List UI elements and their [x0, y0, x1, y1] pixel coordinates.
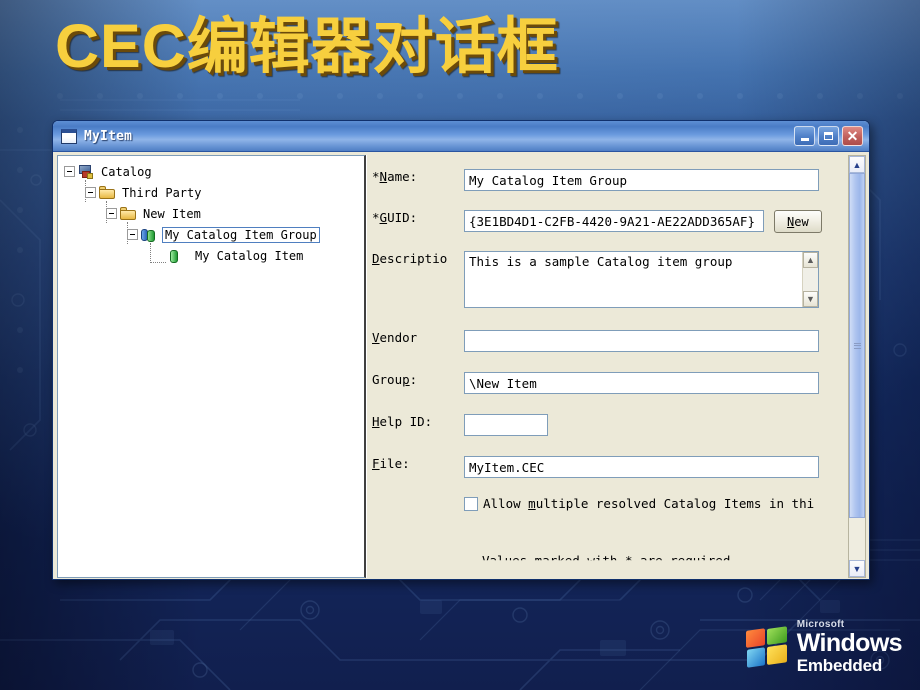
tree-node-third-party[interactable]: Third Party — [58, 182, 364, 203]
embedded-label: Embedded — [796, 656, 883, 675]
new-guid-button[interactable]: New — [774, 210, 822, 233]
vendor-label: Vendor — [372, 330, 418, 345]
tree-node-my-catalog-item[interactable]: My Catalog Item — [58, 245, 364, 266]
scroll-down-icon[interactable]: ▼ — [803, 291, 818, 307]
windows-label: Windows — [796, 629, 903, 657]
guid-input[interactable] — [464, 210, 764, 232]
allow-multiple-row[interactable]: Allow multiple resolved Catalog Items in… — [464, 496, 814, 511]
properties-form: *Name: *GUID: New De — [366, 155, 866, 578]
field-row-description: Descriptio This is a sample Catalog item… — [372, 251, 819, 313]
maximize-button[interactable] — [818, 126, 839, 146]
required-note: Values marked with * are required — [482, 553, 731, 568]
tree-node-label-selected: My Catalog Item Group — [162, 226, 320, 243]
window-controls: ✕ — [794, 126, 865, 146]
field-row-guid: *GUID: New — [372, 210, 822, 233]
file-input[interactable] — [464, 456, 819, 478]
scroll-up-icon[interactable]: ▲ — [849, 156, 865, 173]
tree-node-catalog[interactable]: Catalog — [58, 161, 364, 182]
file-label: File: — [372, 456, 410, 471]
expand-collapse-icon[interactable] — [85, 187, 96, 198]
expand-collapse-icon[interactable] — [127, 229, 138, 240]
field-row-help-id: Help ID: — [372, 414, 548, 436]
windows-embedded-logo: Microsoft Windows Embedded — [745, 620, 903, 675]
name-label: *Name: — [372, 169, 418, 184]
field-row-vendor: Vendor — [372, 330, 819, 352]
tree-node-label: Third Party — [122, 185, 202, 200]
dialog-titlebar[interactable]: MyItem ✕ — [53, 121, 869, 152]
folder-icon — [99, 185, 116, 201]
description-textarea[interactable]: This is a sample Catalog item group — [464, 251, 819, 308]
window-icon — [61, 128, 77, 144]
dialog-body: Catalog Third Party New Item My Catalog … — [53, 152, 869, 579]
tree-node-new-item[interactable]: New Item — [58, 203, 364, 224]
tree-node-label: New Item — [143, 206, 201, 221]
catalog-tree-panel[interactable]: Catalog Third Party New Item My Catalog … — [57, 155, 366, 578]
catalog-item-icon — [166, 248, 183, 264]
minimize-button[interactable] — [794, 126, 815, 146]
description-label: Descriptio — [372, 251, 448, 266]
field-row-name: *Name: — [372, 169, 819, 191]
folder-icon — [120, 206, 137, 222]
tree-connector — [150, 243, 151, 263]
catalog-icon — [78, 164, 95, 180]
allow-multiple-checkbox[interactable] — [464, 496, 478, 511]
field-row-group: Group: — [372, 372, 819, 394]
vendor-input[interactable] — [464, 330, 819, 352]
scrollbar-thumb[interactable] — [849, 173, 865, 518]
scroll-up-icon[interactable]: ▲ — [803, 252, 818, 268]
group-label: Group: — [372, 372, 418, 387]
tree-node-label: Catalog — [101, 164, 152, 179]
dialog-vertical-scrollbar[interactable]: ▲ ▼ — [848, 155, 866, 578]
cec-editor-dialog: MyItem ✕ Catalog Third Party New Item My… — [52, 120, 870, 580]
page-title: CEC编辑器对话框 — [55, 12, 559, 80]
expand-collapse-icon[interactable] — [64, 166, 75, 177]
scrollbar-grip-icon — [853, 341, 861, 350]
field-row-file: File: — [372, 456, 819, 478]
expand-collapse-icon[interactable] — [106, 208, 117, 219]
name-input[interactable] — [464, 169, 819, 191]
dialog-title: MyItem — [84, 128, 133, 144]
scroll-down-icon[interactable]: ▼ — [849, 560, 865, 577]
windows-flag-icon — [745, 625, 788, 669]
allow-multiple-label: Allow multiple resolved Catalog Items in… — [483, 496, 815, 511]
tree-node-label: My Catalog Item — [195, 248, 304, 263]
logo-text: Microsoft Windows Embedded — [796, 620, 903, 675]
help-id-label: Help ID: — [372, 414, 433, 429]
guid-label: *GUID: — [372, 210, 418, 225]
catalog-group-icon — [141, 227, 158, 243]
scrollbar-track[interactable] — [849, 173, 865, 560]
help-id-input[interactable] — [464, 414, 548, 436]
close-icon: ✕ — [846, 128, 859, 144]
presentation-slide: CEC编辑器对话框 MyItem ✕ Catalog Third Party N… — [0, 0, 920, 690]
close-button[interactable]: ✕ — [842, 126, 863, 146]
group-input[interactable] — [464, 372, 819, 394]
tree-node-my-catalog-item-group[interactable]: My Catalog Item Group — [58, 224, 364, 245]
minimize-icon — [800, 138, 809, 141]
maximize-icon — [824, 132, 833, 140]
description-wrapper: This is a sample Catalog item group ▲ ▼ — [464, 251, 819, 313]
description-scrollbar[interactable]: ▲ ▼ — [802, 252, 818, 307]
tree-connector — [150, 262, 166, 263]
